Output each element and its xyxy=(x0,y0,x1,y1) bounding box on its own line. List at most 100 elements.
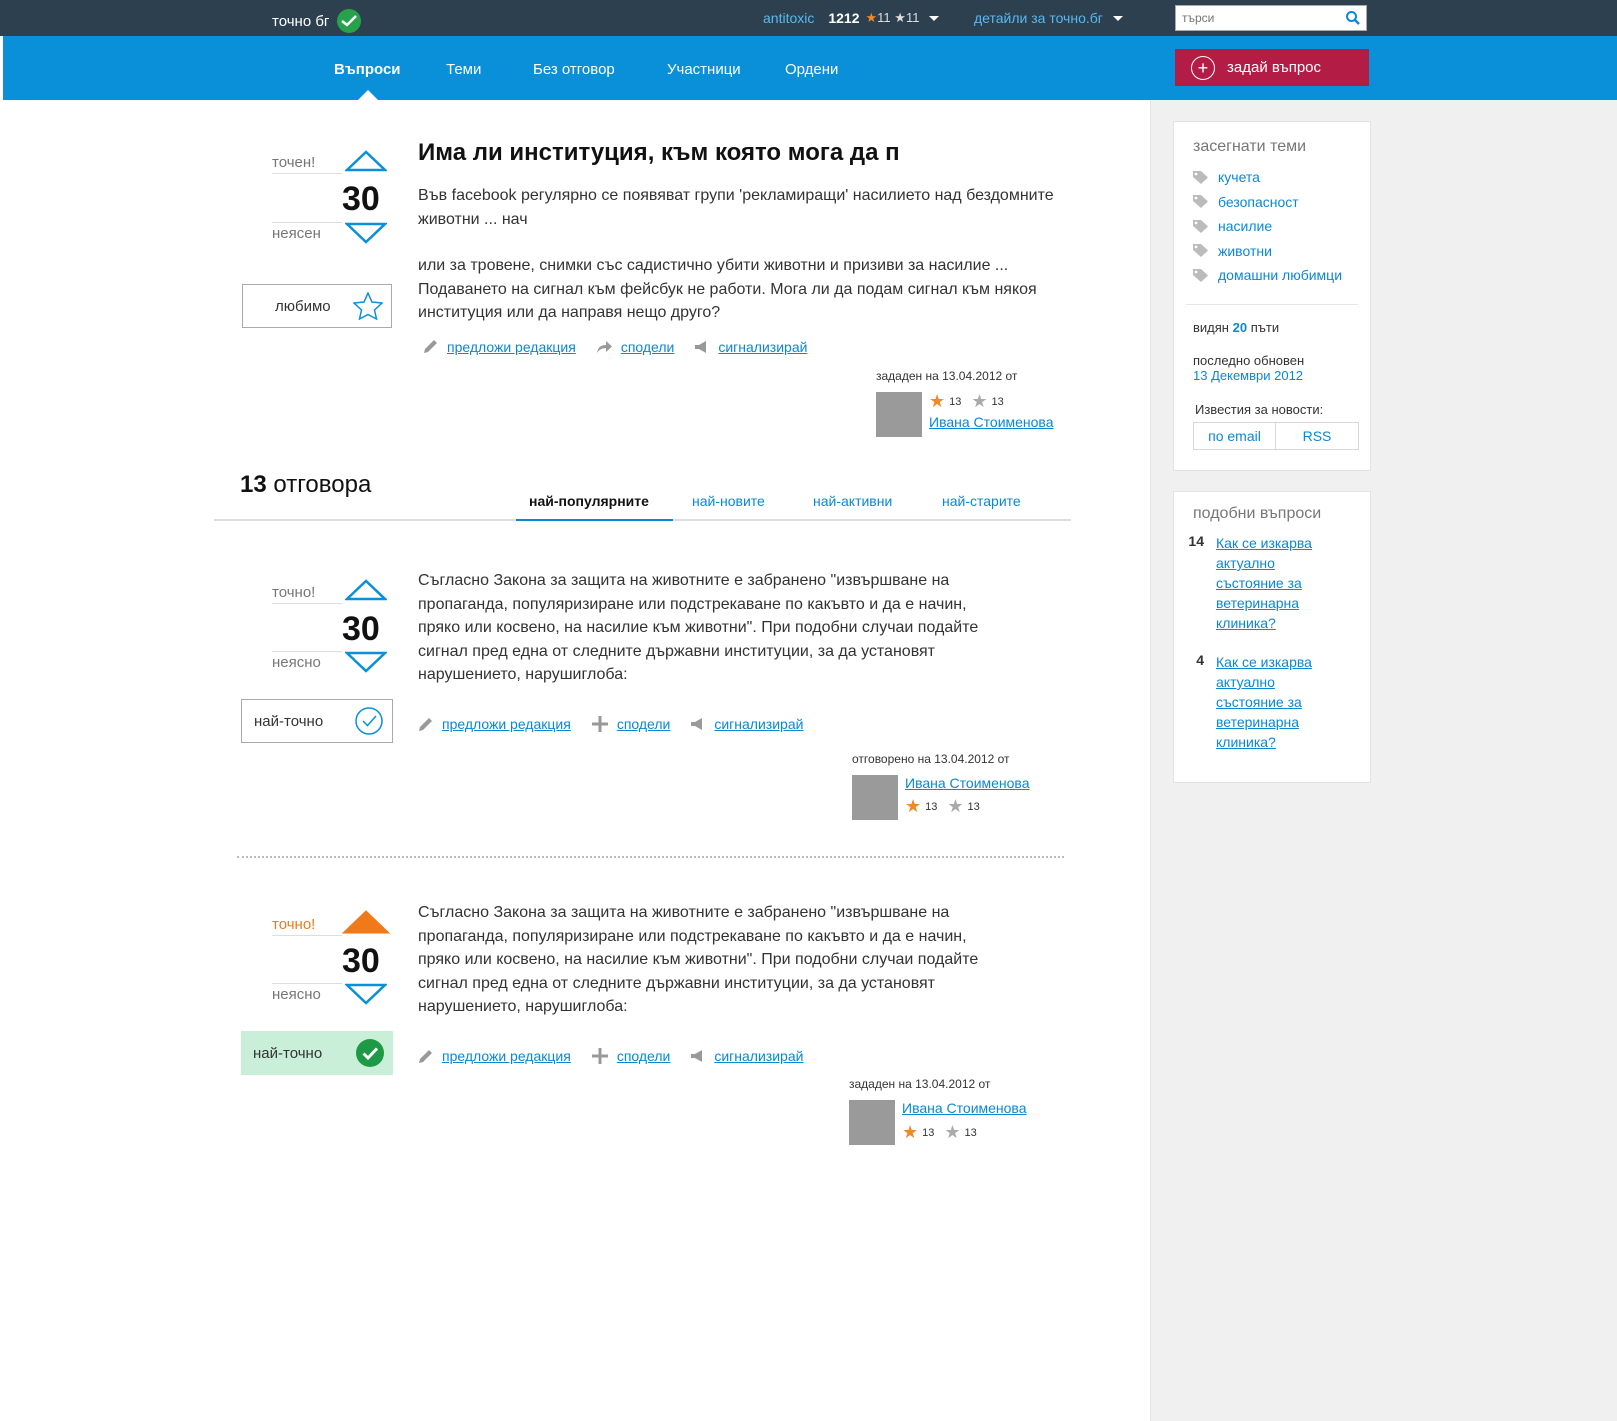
answer-actions: предложи редакция сподели сигнализирай xyxy=(417,715,823,733)
share-link[interactable]: сподели xyxy=(617,716,671,732)
vote-down-arrow-icon[interactable] xyxy=(345,651,387,673)
topic-label[interactable]: безопасност xyxy=(1218,194,1299,210)
suggest-edit-link[interactable]: предложи редакция xyxy=(442,1048,571,1064)
share-action[interactable]: сподели xyxy=(591,1047,671,1065)
author-caption: зададен на 13.04.2012 от xyxy=(849,1077,991,1091)
chevron-down-icon[interactable] xyxy=(1112,15,1123,21)
report-link[interactable]: сигнализирай xyxy=(714,1048,803,1064)
ask-question-label: задай въпрос xyxy=(1227,59,1322,76)
report-action[interactable]: сигнализирай xyxy=(690,1048,803,1064)
vote-up-arrow-icon[interactable] xyxy=(345,150,387,172)
nav-topics[interactable]: Теми xyxy=(446,61,481,78)
site-details-label[interactable]: детайли за точно.бг xyxy=(974,10,1103,26)
author-caption: отговорено на 13.04.2012 от xyxy=(852,752,1010,766)
topic-tag[interactable]: животни xyxy=(1193,239,1342,264)
author-caption: зададен на 13.04.2012 от xyxy=(876,369,1018,383)
check-circle-filled-icon xyxy=(356,1039,384,1067)
topic-label[interactable]: домашни любимци xyxy=(1218,267,1342,283)
notify-email-button[interactable]: по email xyxy=(1193,422,1276,450)
silver-star-icon: ★ xyxy=(947,796,964,816)
share-action[interactable]: сподели xyxy=(596,339,675,355)
answer-body: Съгласно Закона за защита на животните е… xyxy=(418,904,979,1015)
gold-star-icon: ★ xyxy=(905,796,922,816)
tag-icon xyxy=(1193,244,1208,258)
author-name-link[interactable]: Ивана Стоименова xyxy=(929,414,1054,430)
notify-buttons: по email RSS xyxy=(1193,422,1359,450)
user-menu[interactable]: antitoxic 1212 ★11 ★11 xyxy=(763,10,940,26)
star-outline-icon xyxy=(353,292,383,320)
nav-unanswered[interactable]: Без отговор xyxy=(533,61,615,78)
favorite-button[interactable]: любимо xyxy=(242,284,392,328)
author-stars: ★ 13 ★ 13 xyxy=(905,796,980,817)
topic-tag[interactable]: кучета xyxy=(1193,165,1342,190)
user-gold-count: 11 xyxy=(877,10,891,25)
vote-count: 30 xyxy=(342,180,380,218)
topic-tag[interactable]: безопасност xyxy=(1193,190,1342,215)
nav-questions[interactable]: Въпроси xyxy=(334,61,401,78)
vote-down-arrow-icon[interactable] xyxy=(345,222,387,244)
tab-oldest[interactable]: най-старите xyxy=(942,493,1021,509)
user-points: 1212 xyxy=(828,10,860,26)
author-gold-count: 13 xyxy=(925,800,938,813)
vote-up-arrow-icon[interactable] xyxy=(345,579,387,601)
site-logo[interactable]: точно бг xyxy=(272,9,362,33)
suggest-edit-link[interactable]: предложи редакция xyxy=(442,716,571,732)
logo-check-icon xyxy=(337,9,362,33)
suggest-edit-action[interactable]: предложи редакция xyxy=(417,716,571,733)
share-icon xyxy=(596,340,612,353)
tag-icon xyxy=(1193,170,1208,184)
user-name[interactable]: antitoxic xyxy=(763,10,814,26)
author-name-link[interactable]: Ивана Стоименова xyxy=(905,775,1030,791)
author-name-link[interactable]: Ивана Стоименова xyxy=(902,1100,1027,1116)
search-icon[interactable] xyxy=(1345,10,1361,31)
vote-up-label: точно! xyxy=(272,916,342,936)
answer-vote: точно! 30 неясно xyxy=(242,579,392,679)
ask-question-button[interactable]: + задай въпрос xyxy=(1175,49,1369,86)
tab-newest[interactable]: най-новите xyxy=(692,493,765,509)
share-link[interactable]: сподели xyxy=(621,339,675,355)
search-box xyxy=(1175,5,1367,31)
topic-label[interactable]: кучета xyxy=(1218,169,1260,185)
tab-most-active[interactable]: най-активни xyxy=(813,493,892,509)
vote-up-arrow-active-icon[interactable] xyxy=(341,909,391,935)
topic-label[interactable]: насилие xyxy=(1218,218,1272,234)
vote-up-label: точно! xyxy=(272,584,342,604)
vote-down-arrow-icon[interactable] xyxy=(345,983,387,1005)
accepted-answer-badge[interactable]: най-точно xyxy=(241,1031,393,1075)
avatar[interactable] xyxy=(876,392,922,437)
topic-tag[interactable]: насилие xyxy=(1193,214,1342,239)
similar-question-item: 14 Как се изкарва актуално състояние за … xyxy=(1182,533,1336,633)
share-action[interactable]: сподели xyxy=(591,715,671,733)
report-action[interactable]: сигнализирай xyxy=(694,339,807,355)
share-link[interactable]: сподели xyxy=(617,1048,671,1064)
report-action[interactable]: сигнализирай xyxy=(690,716,803,732)
chevron-down-icon[interactable] xyxy=(929,15,940,21)
silver-star-icon: ★ xyxy=(894,10,906,25)
logo-text[interactable]: точно бг xyxy=(272,13,329,30)
nav-users[interactable]: Участници xyxy=(667,61,741,78)
avatar[interactable] xyxy=(852,775,898,820)
author-silver-count: 13 xyxy=(991,395,1004,408)
nav-badges[interactable]: Ордени xyxy=(785,61,838,78)
active-tab-underline xyxy=(516,519,673,521)
notify-rss-button[interactable]: RSS xyxy=(1276,422,1359,450)
tab-most-popular[interactable]: най-популярните xyxy=(529,493,649,509)
suggest-edit-link[interactable]: предложи редакция xyxy=(447,339,576,355)
suggest-edit-action[interactable]: предложи редакция xyxy=(422,338,576,355)
site-details-menu[interactable]: детайли за точно.бг xyxy=(974,10,1123,26)
similar-question-link[interactable]: Как се изкарва актуално състояние за вет… xyxy=(1216,533,1336,633)
topic-label[interactable]: животни xyxy=(1218,243,1272,259)
vote-down-label: неясно xyxy=(272,983,342,1003)
megaphone-icon xyxy=(695,340,707,353)
suggest-edit-action[interactable]: предложи редакция xyxy=(417,1048,571,1065)
vote-count: 30 xyxy=(342,942,380,980)
similar-question-link[interactable]: Как се изкарва актуално състояние за вет… xyxy=(1216,652,1336,752)
question-info-panel: засегнати теми кучета безопасност насили… xyxy=(1173,121,1371,471)
plus-icon xyxy=(591,1048,608,1064)
report-link[interactable]: сигнализирай xyxy=(714,716,803,732)
search-input[interactable] xyxy=(1176,6,1336,30)
report-link[interactable]: сигнализирай xyxy=(718,339,807,355)
topic-tag[interactable]: домашни любимци xyxy=(1193,263,1342,288)
accept-answer-button[interactable]: най-точно xyxy=(241,699,393,743)
avatar[interactable] xyxy=(849,1100,895,1145)
